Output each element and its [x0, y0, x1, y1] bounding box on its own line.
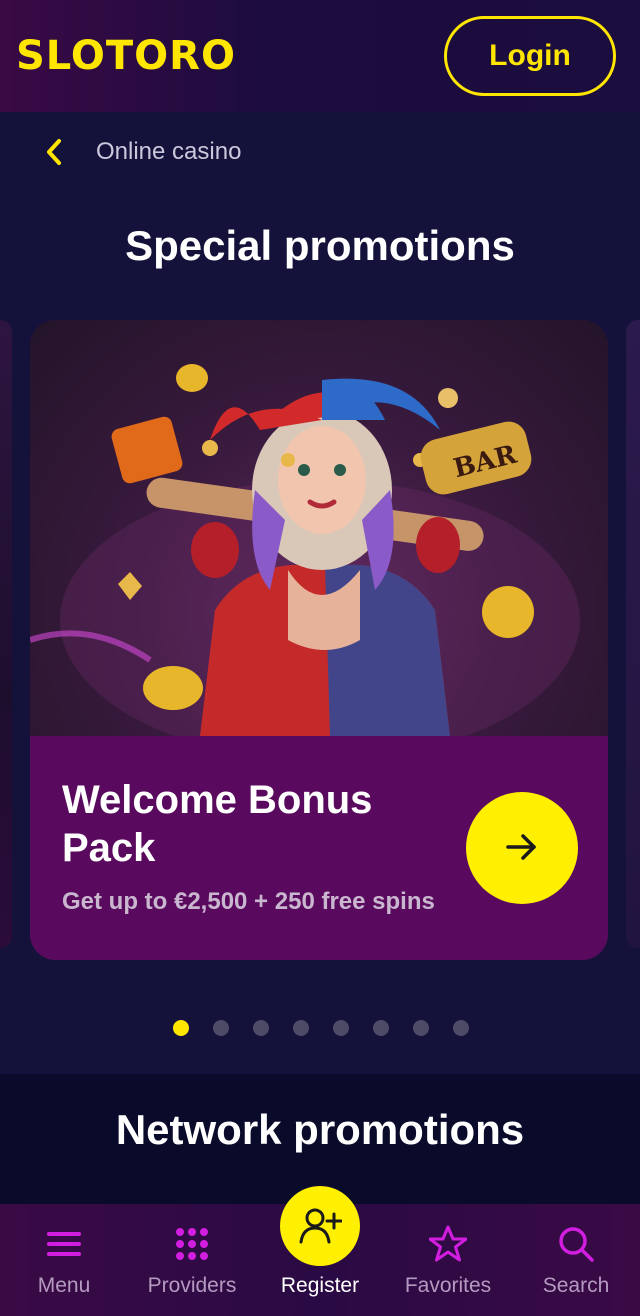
carousel-dots	[0, 1020, 640, 1036]
carousel-prev-card[interactable]	[0, 320, 12, 948]
carousel-dot[interactable]	[452, 1020, 469, 1036]
carousel-dot[interactable]	[292, 1020, 309, 1036]
network-promotions-title: Network promotions	[115, 1106, 525, 1153]
carousel-dot[interactable]	[212, 1020, 229, 1036]
nav-item-providers[interactable]: Providers	[128, 1204, 256, 1316]
breadcrumb[interactable]: Online casino	[44, 132, 241, 172]
promo-subtitle: Get up to €2,500 + 250 free spins	[62, 888, 435, 915]
arrow-right-icon	[505, 832, 539, 865]
grid-icon	[172, 1224, 212, 1264]
chevron-left-icon[interactable]	[44, 137, 70, 167]
login-button[interactable]: Login	[444, 16, 616, 96]
carousel-next-card[interactable]	[626, 320, 640, 948]
nav-label: Favorites	[404, 1274, 492, 1297]
nav-label: Menu	[37, 1274, 91, 1297]
bottom-nav: Menu Providers Register Favorites Search	[0, 1186, 640, 1316]
special-promotions-title: Special promotions	[125, 222, 515, 269]
menu-icon	[44, 1224, 84, 1264]
promo-arrow-button[interactable]	[466, 792, 578, 904]
logo[interactable]: SLOTORO	[16, 33, 236, 79]
nav-label: Register	[280, 1274, 360, 1297]
search-icon	[556, 1224, 596, 1264]
promo-title: Welcome Bonus Pack	[62, 778, 373, 870]
nav-item-register[interactable]: Register	[256, 1186, 384, 1316]
carousel-dot[interactable]	[332, 1020, 349, 1036]
carousel-dot[interactable]	[412, 1020, 429, 1036]
carousel-dot[interactable]	[372, 1020, 389, 1036]
promo-card[interactable]: BAR Welcome Bonus Pack Get up to €2,500 …	[30, 320, 608, 960]
carousel-dot[interactable]	[172, 1020, 189, 1036]
nav-item-search[interactable]: Search	[512, 1204, 640, 1316]
star-icon	[428, 1224, 468, 1264]
carousel-dot[interactable]	[252, 1020, 269, 1036]
top-header: SLOTORO Login	[0, 0, 640, 112]
promo-body: Welcome Bonus Pack Get up to €2,500 + 25…	[30, 736, 608, 960]
nav-item-menu[interactable]: Menu	[0, 1204, 128, 1316]
add-user-icon	[280, 1186, 360, 1266]
breadcrumb-label[interactable]: Online casino	[96, 138, 241, 166]
promo-image: BAR	[30, 320, 608, 736]
nav-label: Search	[542, 1274, 610, 1297]
nav-label: Providers	[147, 1274, 237, 1297]
nav-item-favorites[interactable]: Favorites	[384, 1204, 512, 1316]
